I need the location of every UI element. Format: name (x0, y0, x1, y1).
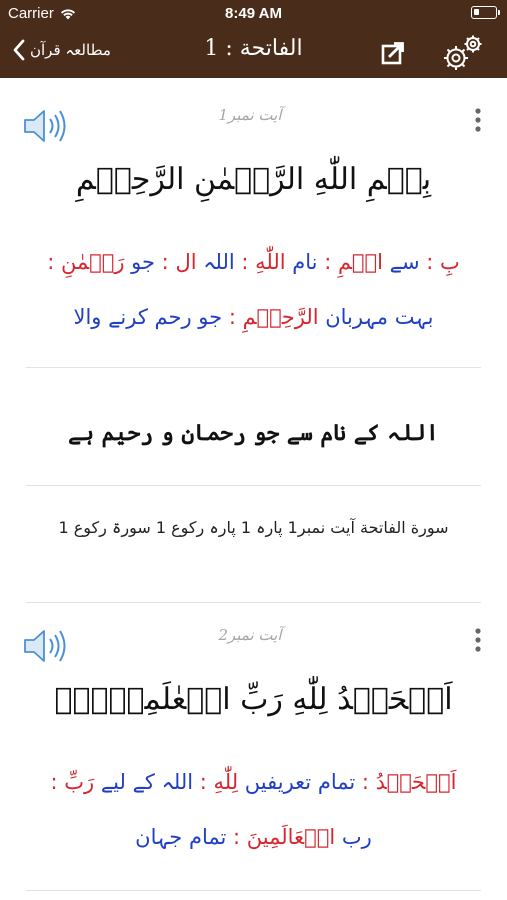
urdu-meaning: تمام جہان (135, 825, 227, 849)
urdu-meaning: سے (382, 250, 420, 274)
arabic-verse: بِسۡمِ اللّٰهِ الرَّحۡمٰنِ الرَّحِيۡمِ (75, 162, 432, 197)
arabic-word: رَحۡمٰنِ (61, 250, 125, 274)
audio-play-button[interactable] (22, 626, 70, 670)
settings-button[interactable] (440, 32, 486, 78)
battery-icon (471, 6, 500, 19)
ayah-card: آیت نمبر2 اَلۡحَمۡدُ لِلّٰهِ رَبِّ الۡعٰ… (0, 620, 507, 900)
arabic-word: رَبِّ (64, 770, 95, 794)
arabic-word: اَلۡحَمۡدُ (375, 770, 457, 794)
arabic-word: اللّٰهِ (255, 250, 286, 274)
urdu-meaning: جو رحم کرنے والا (73, 305, 223, 329)
word-by-word-line: رب الۡعَالَمِينَ : تمام جہان (0, 825, 507, 849)
word-separator: : (419, 250, 440, 274)
speaker-icon (24, 630, 66, 662)
urdu-meaning: جو (124, 250, 155, 274)
arabic-word: بِ (439, 250, 460, 274)
urdu-translation: اللہ کے نام سے جو رحمان و رحیم ہے (68, 420, 439, 446)
word-by-word-line: اَلۡحَمۡدُ : تمام تعریفیں لِلّٰهِ : اللہ… (0, 770, 507, 794)
word-by-word-line: بِ : سے اسۡمِ : نام اللّٰهِ : اللہ ال : … (0, 250, 507, 274)
audio-play-button[interactable] (22, 106, 70, 150)
urdu-meaning: تمام تعریفیں (238, 770, 356, 794)
battery-level (474, 9, 479, 15)
divider (26, 890, 481, 891)
urdu-meaning: نام (285, 250, 318, 274)
divider (26, 602, 481, 603)
arabic-word: ال (175, 250, 197, 274)
speaker-icon (24, 110, 66, 142)
word-separator: : (222, 305, 243, 329)
arabic-verse: اَلۡحَمۡدُ لِلّٰهِ رَبِّ الۡعٰلَمِيۡنَۙ (54, 682, 453, 717)
divider (26, 485, 481, 486)
divider (26, 367, 481, 368)
urdu-meaning: اللہ (196, 250, 235, 274)
ayah-number-label: آیت نمبر2 (218, 626, 282, 644)
arabic-word: اسۡمِ (337, 250, 383, 274)
more-vertical-icon (475, 628, 481, 652)
word-separator: : (355, 770, 376, 794)
verse-reference: سورة الفاتحة آیت نمبر1 پارہ 1 پارہ رکوع … (58, 518, 449, 537)
more-options-button[interactable] (472, 106, 484, 138)
gear-icon (444, 35, 482, 70)
more-vertical-icon (475, 108, 481, 132)
ayah-number-label: آیت نمبر1 (218, 106, 282, 124)
word-separator: : (234, 250, 256, 274)
ayah-card: آیت نمبر1 بِسۡمِ اللّٰهِ الرَّحۡمٰنِ الر… (0, 100, 507, 603)
urdu-meaning: رب (335, 825, 372, 849)
word-separator: : (47, 250, 61, 274)
status-bar: Carrier 8:49 AM (0, 0, 507, 28)
word-separator: : (50, 770, 65, 794)
arabic-word: الۡعَالَمِينَ (246, 825, 336, 849)
navigation-bar: مطالعہ قرآن الفاتحة : 1 (0, 28, 507, 78)
word-separator: : (193, 770, 214, 794)
urdu-meaning: اللہ کے لیے (94, 770, 194, 794)
arabic-word: لِلّٰهِ (213, 770, 239, 794)
word-separator: : (155, 250, 176, 274)
clock: 8:49 AM (225, 5, 282, 22)
page-title: الفاتحة : 1 (204, 36, 303, 61)
word-separator: : (317, 250, 338, 274)
arabic-word: الرَّحِيۡمِ (242, 305, 319, 329)
urdu-meaning: بہت مہربان (318, 305, 434, 329)
share-button[interactable] (380, 40, 406, 70)
more-options-button[interactable] (472, 626, 484, 658)
word-separator: : (226, 825, 247, 849)
share-icon (381, 42, 404, 65)
word-by-word-line: بہت مہربان الرَّحِيۡمِ : جو رحم کرنے وال… (0, 305, 507, 329)
